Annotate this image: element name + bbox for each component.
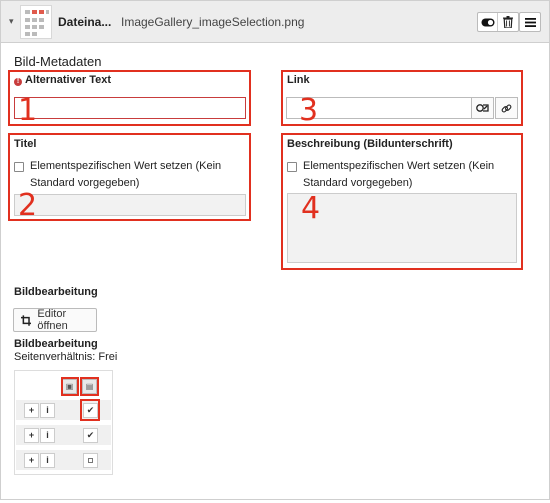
variant-check-icon[interactable]: ✔ <box>83 428 98 443</box>
alt-text-label: ! Alternativer Text <box>14 74 111 86</box>
description-label: Beschreibung (Bildunterschrift) <box>287 138 453 150</box>
variant-row: + i <box>16 450 111 470</box>
open-editor-label: Editor öffnen <box>37 308 68 332</box>
link-chain-button[interactable] <box>495 97 518 119</box>
alt-text-input[interactable] <box>14 97 246 119</box>
file-type-label: Dateina... <box>58 15 112 29</box>
trash-icon <box>503 16 513 28</box>
add-variant-button[interactable]: + <box>24 403 39 418</box>
add-variant-button[interactable]: + <box>24 453 39 468</box>
add-variant-button[interactable]: + <box>24 428 39 443</box>
image-editing-heading-2: Bildbearbeitung <box>14 338 98 350</box>
link-browser-button[interactable] <box>471 97 494 119</box>
description-override-label: Elementspezifischen Wert setzen (Kein St… <box>303 160 495 189</box>
variant-row: + i ✔ <box>16 425 111 445</box>
aspect-ratio-text: Seitenverhältnis: Frei <box>14 351 118 363</box>
delete-button[interactable] <box>498 13 518 31</box>
info-button[interactable]: i <box>40 428 55 443</box>
annotation-number-2: 2 <box>18 188 38 223</box>
description-override-checkbox[interactable] <box>287 162 297 172</box>
info-button[interactable]: i <box>40 403 55 418</box>
annotation-variant-header-1 <box>61 377 79 396</box>
title-input[interactable] <box>14 194 246 216</box>
link-browser-icon <box>476 104 489 112</box>
more-actions-button[interactable] <box>519 12 541 32</box>
file-name: ImageGallery_imageSelection.png <box>121 15 305 29</box>
panel-header[interactable]: ▾ Dateina... ImageGallery_imageSelection… <box>1 1 549 43</box>
variant-row: + i ✔ <box>16 399 111 421</box>
open-editor-button[interactable]: Editor öffnen <box>13 308 97 332</box>
annotation-number-1: 1 <box>18 93 38 128</box>
chain-icon <box>501 104 512 112</box>
crop-icon <box>21 314 32 326</box>
toggle-visibility-button[interactable] <box>478 13 498 31</box>
variant-empty-icon[interactable] <box>83 453 98 468</box>
file-reference-panel: ▾ Dateina... ImageGallery_imageSelection… <box>0 0 550 500</box>
link-label: Link <box>287 74 310 86</box>
title-override-checkbox[interactable] <box>14 162 24 172</box>
hamburger-icon <box>524 17 536 27</box>
annotation-number-4: 4 <box>301 191 321 226</box>
title-override-label: Elementspezifischen Wert setzen (Kein St… <box>30 160 222 189</box>
crop-variants-table: ▣ ▤ + i ✔ + i ✔ + i <box>14 370 113 475</box>
title-label: Titel <box>14 138 37 150</box>
section-title: Bild-Metadaten <box>14 54 102 69</box>
image-thumbnail <box>20 5 52 39</box>
description-textarea[interactable] <box>287 193 517 263</box>
image-editing-heading: Bildbearbeitung <box>14 286 98 298</box>
required-icon: ! <box>14 78 22 86</box>
collapse-caret-icon[interactable]: ▾ <box>9 16 14 27</box>
record-actions <box>477 12 519 32</box>
info-button[interactable]: i <box>40 453 55 468</box>
annotation-variant-check <box>80 399 100 421</box>
annotation-variant-header-2 <box>80 377 99 396</box>
toggle-icon <box>481 18 494 26</box>
annotation-number-3: 3 <box>299 93 319 128</box>
